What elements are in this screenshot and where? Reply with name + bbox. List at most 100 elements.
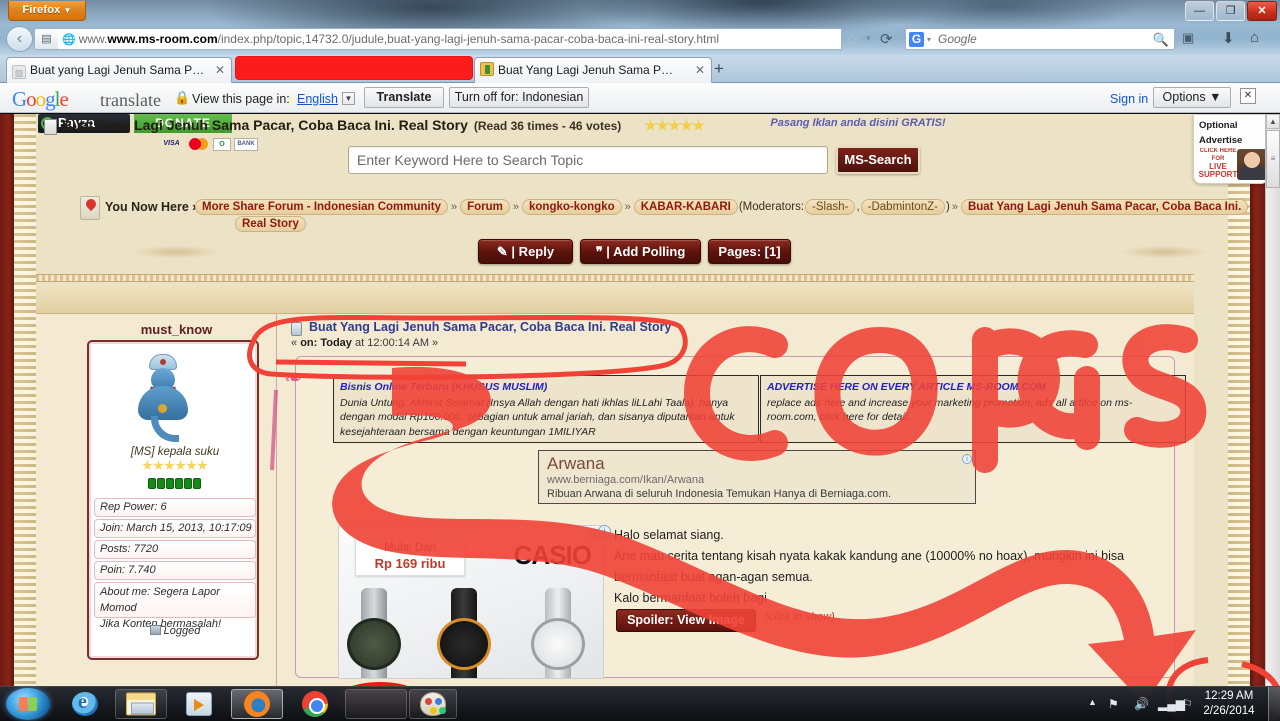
chevron-down-icon[interactable]: ▼: [342, 92, 355, 105]
post-subject-link[interactable]: Buat Yang Lagi Jenuh Sama Pacar, Coba Ba…: [309, 320, 671, 334]
back-button[interactable]: ‹: [6, 26, 33, 52]
stat-rep-power: Rep Power: 6: [94, 498, 256, 517]
breadcrumb-item-kabar[interactable]: KABAR-KABARI: [633, 199, 738, 215]
you-now-here-label: You Now Here »: [105, 200, 200, 214]
ad-info-icon[interactable]: i: [962, 454, 972, 464]
site-identity-icon[interactable]: ▤: [34, 28, 58, 50]
translate-options-button[interactable]: Options ▼: [1153, 87, 1231, 108]
optional-advertise-box[interactable]: Optional Advertise CLICK HERE FOR LIVE S…: [1193, 114, 1269, 184]
pages-button[interactable]: Pages: [1]: [708, 239, 791, 264]
breadcrumb-separator: »: [512, 201, 519, 213]
clock-date: 2/26/2014: [1203, 705, 1255, 717]
internet-explorer-icon: [72, 691, 98, 716]
inline-ad-right[interactable]: ADVERTISE HERE ON EVERY ARTICLE MS-ROOM.…: [760, 375, 1186, 443]
volume-icon[interactable]: 🔊: [1134, 697, 1149, 711]
translate-wordmark: translate: [100, 90, 161, 110]
scrollbar-thumb[interactable]: ≡: [1266, 130, 1280, 188]
watch-image-3: [529, 588, 587, 678]
info-icon: i: [598, 525, 611, 538]
arwana-ad-title[interactable]: Arwana: [547, 454, 967, 473]
turn-off-for-indonesian-button[interactable]: Turn off for: Indonesian: [449, 87, 589, 108]
sign-in-link[interactable]: Sign in: [1110, 92, 1148, 106]
rep-pip-icon: [166, 478, 174, 489]
reply-button[interactable]: ✎ | Reply: [478, 239, 573, 264]
spoiler-view-image-button[interactable]: Spoiler: View Image: [616, 609, 756, 632]
rep-pip-icon: [193, 478, 201, 489]
action-center-icon[interactable]: ⚑: [1108, 697, 1119, 711]
browser-tab-1[interactable]: Buat Yang Lagi Jenuh Sama Pacar, Co... ✕: [474, 57, 712, 83]
taskbar-item-firefox[interactable]: [231, 689, 283, 719]
topic-rating-stars[interactable]: [644, 119, 705, 135]
taskbar-item-redacted[interactable]: [345, 689, 407, 719]
logged-label: Logged: [163, 625, 201, 637]
post-date-suffix: »: [432, 337, 439, 349]
chevron-down-icon[interactable]: ▾: [927, 35, 931, 44]
post-author-name[interactable]: must_know: [84, 322, 269, 337]
breadcrumb-current-topic-cont[interactable]: Real Story: [235, 216, 306, 232]
add-polling-button[interactable]: ❞ | Add Polling: [580, 239, 701, 264]
breadcrumb-current-topic[interactable]: Buat Yang Lagi Jenuh Sama Pacar, Coba Ba…: [960, 199, 1249, 215]
topic-action-buttons: ✎ | Reply ❞ | Add Polling Pages: [1]: [36, 239, 1194, 269]
moderators-label: (Moderators:: [738, 201, 805, 213]
taskbar-item-paint[interactable]: [409, 689, 457, 719]
search-icon[interactable]: 🔍: [1153, 32, 1169, 48]
firefox-app-menu-button[interactable]: Firefox ▼: [8, 1, 86, 21]
start-button[interactable]: [6, 688, 50, 720]
language-select-link[interactable]: English: [297, 92, 338, 106]
tray-expand-arrow-icon[interactable]: ▲: [1088, 697, 1097, 707]
taskbar-item-windows-explorer[interactable]: [115, 689, 167, 719]
chevron-down-icon[interactable]: ▾: [866, 33, 871, 44]
translate-button[interactable]: Translate: [364, 87, 444, 108]
windows-taskbar: ▲ ⚑ 🔊 ▂▄▆ ⚐ 12:29 AM 2/26/2014: [0, 686, 1280, 721]
flag-icon[interactable]: ⚐: [1182, 697, 1193, 711]
downloads-icon[interactable]: ⬇: [1222, 29, 1235, 47]
taskbar-item-chrome[interactable]: [291, 689, 339, 719]
live-support-support: SUPPORT: [1198, 169, 1238, 179]
firefox-menu-label: Firefox: [22, 4, 61, 16]
window-maximize-button[interactable]: ❐: [1216, 1, 1245, 21]
arwana-ad[interactable]: Arwana www.berniaga.com/Ikan/Arwana Ribu…: [538, 450, 976, 504]
tab-0-close-icon[interactable]: ✕: [215, 58, 225, 82]
new-tab-button[interactable]: +: [708, 59, 730, 81]
browser-search-input[interactable]: G ▾ Google 🔍: [905, 28, 1175, 50]
bookmark-star-icon[interactable]: ☆: [846, 30, 859, 48]
chevron-down-icon: ▼: [63, 6, 72, 15]
stat-join-date: Join: March 15, 2013, 10:17:09 PM: [94, 519, 256, 551]
show-desktop-button[interactable]: [1268, 687, 1280, 721]
post-block: must_know [MS] kepala suku Rep Power: 6 …: [36, 314, 1194, 686]
taskbar-item-internet-explorer[interactable]: [63, 689, 107, 719]
window-close-button[interactable]: ✕: [1247, 1, 1277, 21]
page-scrollbar[interactable]: ▲ ≡: [1265, 114, 1280, 686]
browser-tab-0[interactable]: ▨Buat yang Lagi Jenuh Sama Pacar, Co... …: [6, 57, 232, 83]
breadcrumb-item-kongko[interactable]: kongko-kongko: [522, 199, 622, 215]
tab-1-close-icon[interactable]: ✕: [695, 58, 705, 82]
live-support-agent-photo: [1237, 149, 1267, 180]
ms-search-button[interactable]: MS-Search: [836, 146, 920, 174]
window-minimize-button[interactable]: —: [1185, 1, 1214, 21]
post-date-prefix: «: [291, 337, 298, 349]
free-ad-banner-text[interactable]: Pasang Iklan anda disini GRATIS!: [748, 117, 968, 129]
close-icon[interactable]: ✕: [1240, 88, 1256, 104]
network-signal-icon[interactable]: ▂▄▆: [1158, 697, 1185, 711]
breadcrumb-item-community[interactable]: More Share Forum - Indonesian Community: [195, 199, 448, 215]
bookmarks-menu-icon[interactable]: ▣: [1182, 30, 1194, 46]
inline-ad-left[interactable]: Bisnis Online Terbaru (KHUSUS MUSLIM) Du…: [333, 375, 759, 443]
scroll-up-arrow-icon[interactable]: ▲: [1266, 114, 1280, 129]
topic-search-input[interactable]: Enter Keyword Here to Search Topic: [348, 146, 828, 174]
taskbar-item-media-player[interactable]: [175, 689, 223, 719]
user-rank-title: [MS] kepala suku: [130, 446, 220, 458]
taskbar-clock[interactable]: 12:29 AM 2/26/2014: [1196, 689, 1262, 719]
moderators-close: ): [945, 201, 950, 213]
url-input[interactable]: 🌐 www.www.ms-room.com/index.php/topic,147…: [58, 28, 842, 50]
moderator-slash[interactable]: -Slash-: [805, 199, 856, 215]
live-support-ad[interactable]: CLICK HERE FOR LIVE SUPPORT: [1196, 148, 1268, 182]
google-search-engine-icon[interactable]: G: [909, 32, 924, 47]
watch-image-2: [435, 588, 493, 678]
home-icon[interactable]: ⌂: [1250, 29, 1259, 46]
moderator-dabmintonz[interactable]: -DabmintonZ-: [860, 199, 945, 215]
rep-pip-icon: [157, 478, 165, 489]
casio-ad-banner[interactable]: Mulai Dari Rp 169 ribu CASIO i: [338, 525, 604, 679]
star-icon: [668, 119, 681, 131]
reload-icon[interactable]: ⟳: [880, 30, 893, 48]
breadcrumb-item-forum[interactable]: Forum: [460, 199, 510, 215]
